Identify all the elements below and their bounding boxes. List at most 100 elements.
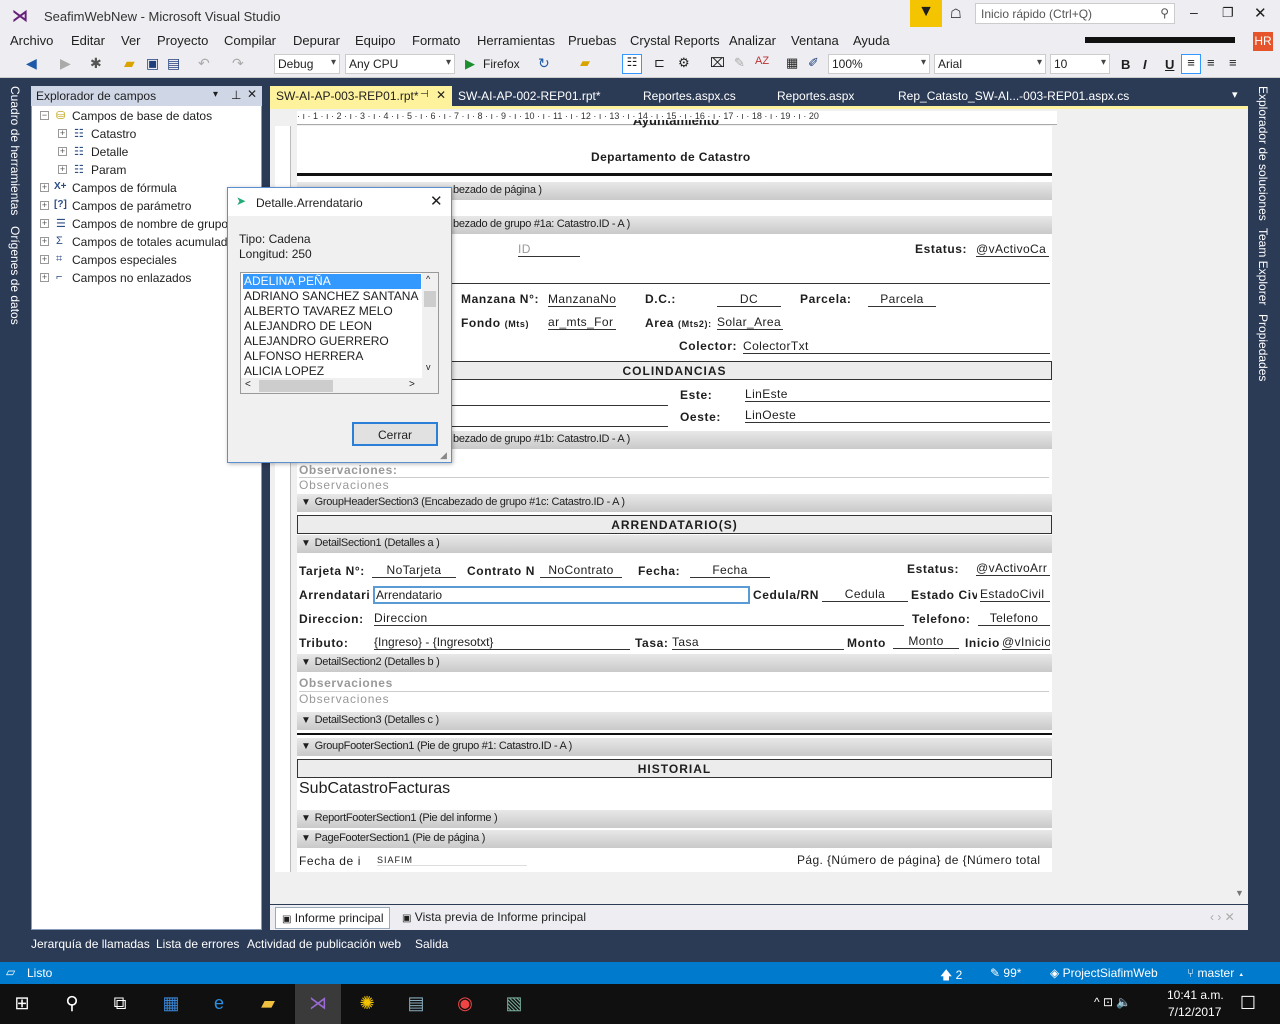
scroll-thumb[interactable] [424, 291, 436, 307]
field-tributo[interactable]: {Ingreso} - {Ingresotxt} [374, 635, 630, 650]
underline-button[interactable]: U [1165, 57, 1174, 72]
label-tarjeta[interactable]: Tarjeta N°: [299, 564, 365, 578]
field-observaciones-arr[interactable]: Observaciones [299, 691, 1049, 706]
field-estatus[interactable]: @vActivoCa [976, 242, 1049, 257]
field-explorer-toggle-icon[interactable]: ☷ [622, 54, 642, 74]
label-observaciones-cut[interactable]: Observaciones: [299, 464, 397, 477]
list-item[interactable]: ADRIANO SANCHEZ SANTANA [243, 289, 421, 304]
back-icon[interactable]: ◀ [26, 55, 37, 72]
subreport-facturas[interactable]: SubCatastroFacturas [299, 780, 450, 798]
platform-select[interactable]: Any CPU [345, 54, 455, 74]
run-icon[interactable]: ▶ [465, 56, 475, 72]
section-page-footer[interactable]: ▼ PageFooterSection1 (Pie de página ) [297, 830, 1052, 848]
scroll-right-icon[interactable]: > [409, 379, 415, 390]
list-item[interactable]: ALBERTO TAVAREZ MELO [243, 304, 421, 319]
field-siafim[interactable]: SIAFIM [377, 855, 527, 866]
field-fondo[interactable]: ar_mts_For [548, 315, 616, 330]
list-vscrollbar[interactable]: ^ v [422, 273, 438, 378]
tool-call-hierarchy[interactable]: Jerarquía de llamadas [31, 937, 150, 951]
paint-icon[interactable]: ▤ [404, 993, 428, 1015]
label-oeste[interactable]: Oeste: [680, 410, 721, 424]
open-folder-icon[interactable]: ▰ [124, 55, 135, 72]
align-right-button[interactable]: ≡ [1229, 55, 1237, 70]
menu-herramientas[interactable]: Herramientas [477, 33, 555, 48]
field-telefono[interactable]: Telefono [978, 611, 1050, 626]
redo-icon[interactable]: ↷ [232, 55, 244, 72]
app-icon[interactable]: ✺ [355, 993, 379, 1015]
task-view-icon[interactable]: ⧉ [108, 993, 132, 1015]
expert-icon[interactable]: ⚙ [678, 55, 690, 71]
label-area[interactable]: Area (Mts2): [645, 316, 712, 330]
toolbox-tab[interactable]: Cuadro de herramientas [8, 86, 22, 215]
section-group-header-1c[interactable]: ▼ GroupHeaderSection3 (Encabezado de grup… [297, 494, 1052, 512]
field-cedula[interactable]: Cedula [822, 587, 908, 602]
save-icon[interactable]: ▣ [146, 55, 159, 72]
search-icon[interactable]: ⚲ [60, 993, 84, 1015]
label-fecha[interactable]: Fecha: [638, 564, 680, 578]
menu-ventana[interactable]: Ventana [791, 33, 839, 48]
field-tasa[interactable]: Tasa [672, 635, 844, 650]
label-dc[interactable]: D.C.: [645, 292, 676, 306]
menu-pruebas[interactable]: Pruebas [568, 33, 616, 48]
menu-archivo[interactable]: Archivo [10, 33, 53, 48]
historial-header[interactable]: HISTORIAL [297, 759, 1052, 778]
clock-date[interactable]: 7/12/2017 [1168, 1005, 1221, 1019]
field-oeste[interactable]: LinOeste [745, 408, 1050, 423]
solution-explorer-tab[interactable]: Explorador de soluciones [1256, 86, 1270, 221]
project-button[interactable]: ◈ ProjectSiafimWeb [1050, 966, 1158, 980]
tab-close-icon[interactable]: ✕ [436, 88, 446, 102]
ie-icon[interactable]: e [207, 993, 231, 1015]
label-cedula[interactable]: Cedula/RN [753, 588, 819, 602]
formula-icon[interactable]: ⌧ [710, 55, 725, 71]
select-expert-icon[interactable]: ✎ [734, 55, 745, 71]
tool-output[interactable]: Salida [415, 937, 448, 951]
vertical-scrollbar[interactable]: ▼ [1233, 110, 1247, 902]
clock-time[interactable]: 10:41 a.m. [1167, 988, 1224, 1002]
label-telefono[interactable]: Telefono: [912, 612, 971, 626]
undo-icon[interactable]: ↶ [198, 55, 210, 72]
user-avatar[interactable]: HR [1253, 32, 1273, 51]
field-estatus-arr[interactable]: @vActivoArr [976, 561, 1050, 576]
tab-sw-ai-ap-002[interactable]: SW-AI-AP-002-REP01.rpt* [452, 86, 607, 106]
label-estatus-arr[interactable]: Estatus: [907, 562, 959, 576]
file-explorer-icon[interactable]: ▰ [256, 993, 280, 1015]
italic-button[interactable]: I [1143, 57, 1147, 72]
menu-proyecto[interactable]: Proyecto [157, 33, 208, 48]
quick-launch-input[interactable]: Inicio rápido (Ctrl+Q) ⚲ [975, 3, 1175, 24]
filter-feedback-icon[interactable]: ▼ [910, 0, 942, 27]
resize-grip-icon[interactable]: ◢ [440, 450, 447, 461]
scroll-up-icon[interactable]: ^ [426, 274, 430, 284]
panel-close-icon[interactable]: ✕ [247, 87, 257, 101]
label-parcela[interactable]: Parcela: [800, 292, 852, 306]
field-observaciones[interactable]: Observaciones [299, 477, 1049, 492]
properties-tab[interactable]: Propiedades [1256, 314, 1270, 381]
department-label[interactable]: Departamento de Catastro [591, 150, 751, 164]
group-icon[interactable]: ⊏ [654, 55, 665, 71]
sort-icon[interactable]: AZ [755, 55, 769, 67]
changes-button[interactable]: ✎ 99* [990, 966, 1021, 980]
format-painter-icon[interactable]: ✐ [808, 55, 819, 71]
menu-equipo[interactable]: Equipo [355, 33, 395, 48]
field-parcela[interactable]: Parcela [868, 292, 936, 307]
minimize-button[interactable]: – [1190, 4, 1198, 20]
find-icon[interactable]: ▰ [580, 55, 590, 71]
menu-ver[interactable]: Ver [121, 33, 141, 48]
section-detail-c[interactable]: ▼ DetailSection3 (Detalles c ) [297, 712, 1052, 730]
label-observaciones-arr[interactable]: Observaciones [299, 676, 393, 690]
tree-item-database-fields[interactable]: − ⛁ Campos de base de datos [40, 109, 260, 124]
section-group-footer[interactable]: ▼ GroupFooterSection1 (Pie de grupo #1: C… [297, 738, 1052, 756]
tab-sw-ai-ap-003[interactable]: SW-AI-AP-003-REP01.rpt* ⊣ ✕ [270, 86, 452, 106]
windows-start-icon[interactable]: ⊞ [10, 993, 34, 1015]
config-select[interactable]: Debug [274, 54, 340, 74]
tab-rep-catasto[interactable]: Rep_Catasto_SW-AI...-003-REP01.aspx.cs [892, 86, 1135, 106]
label-arrendatario[interactable]: Arrendatari [299, 588, 372, 602]
field-page-number[interactable]: Pág. {Número de página} de {Número total [797, 853, 1050, 867]
label-este[interactable]: Este: [680, 388, 712, 402]
field-estado-civil[interactable]: EstadoCivil [980, 587, 1050, 602]
close-button[interactable]: Cerrar [352, 422, 438, 446]
tab-reportes-aspx-cs[interactable]: Reportes.aspx.cs [637, 86, 742, 106]
field-direccion[interactable]: Direccion [374, 611, 904, 626]
tab-overflow-icon[interactable]: ▾ [1232, 88, 1238, 101]
branch-button[interactable]: ⑂ master ▴ [1187, 966, 1245, 980]
run-target-button[interactable]: Firefox [483, 57, 520, 71]
